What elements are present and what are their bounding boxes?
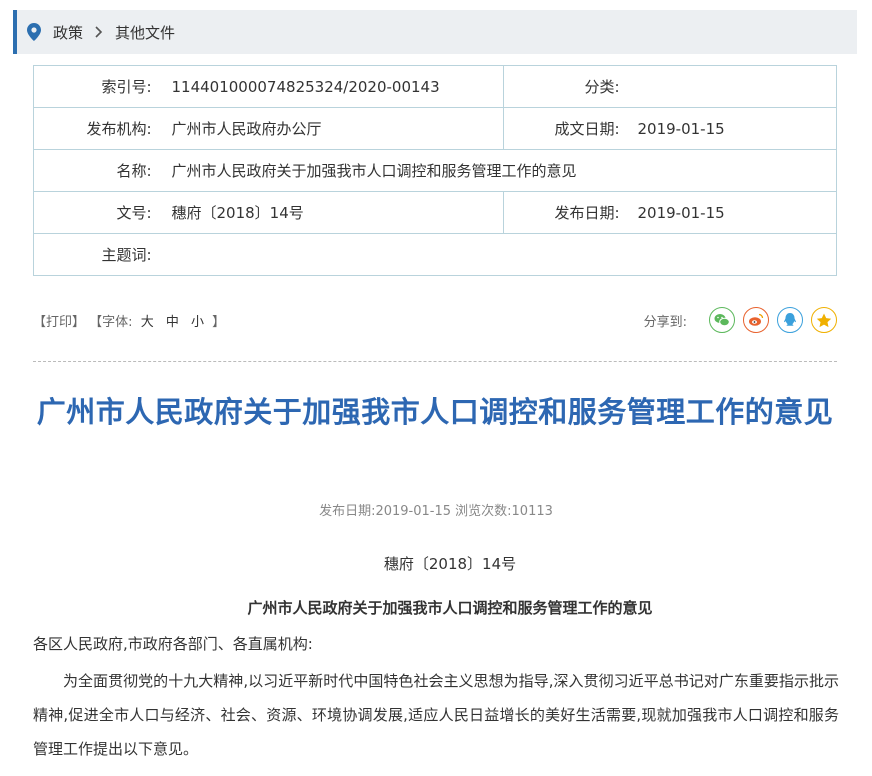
name-label: 名称: bbox=[33, 149, 152, 192]
subject-value bbox=[151, 233, 837, 276]
index-value: 114401000074825324/2020-00143 bbox=[151, 65, 504, 108]
docno-label: 文号: bbox=[33, 191, 152, 234]
article-subtitle: 广州市人民政府关于加强我市人口调控和服务管理工作的意见 bbox=[247, 599, 653, 617]
qq-share-icon[interactable] bbox=[777, 307, 803, 333]
issuer-value: 广州市人民政府办公厅 bbox=[151, 107, 504, 150]
share-label: 分享到: bbox=[643, 314, 687, 330]
document-meta-table: 索引号: 114401000074825324/2020-00143 分类: 发… bbox=[33, 65, 837, 276]
publish-date-label: 发布日期: bbox=[503, 191, 620, 234]
article-doc-number: 穗府〔2018〕14号 bbox=[383, 555, 517, 573]
written-date-value: 2019-01-15 bbox=[619, 107, 837, 150]
breadcrumb-link-other-files[interactable]: 其他文件 bbox=[115, 22, 175, 43]
print-button[interactable]: 【打印】 bbox=[33, 315, 85, 330]
category-label: 分类: bbox=[503, 65, 620, 108]
subject-label: 主题词: bbox=[33, 233, 152, 276]
weibo-share-icon[interactable] bbox=[743, 307, 769, 333]
breadcrumb: 政策 其他文件 bbox=[13, 10, 857, 54]
category-value bbox=[619, 65, 837, 108]
location-pin-icon bbox=[27, 23, 41, 41]
qzone-share-icon[interactable] bbox=[811, 307, 837, 333]
issuer-label: 发布机构: bbox=[33, 107, 152, 150]
publish-date-value: 2019-01-15 bbox=[619, 191, 837, 234]
chevron-right-icon bbox=[95, 26, 103, 38]
table-row: 索引号: 114401000074825324/2020-00143 分类: bbox=[33, 65, 837, 108]
name-value: 广州市人民政府关于加强我市人口调控和服务管理工作的意见 bbox=[151, 149, 837, 192]
print-font-controls: 【打印】 【字体: 大 中 小 】 bbox=[33, 311, 225, 330]
article-publish-info: 发布日期:2019-01-15 浏览次数:10113 bbox=[319, 504, 553, 519]
article-toolbar: 【打印】 【字体: 大 中 小 】 分享到: bbox=[33, 305, 837, 335]
wechat-share-icon[interactable] bbox=[709, 307, 735, 333]
share-bar: 分享到: bbox=[644, 307, 837, 333]
font-medium-button[interactable]: 中 bbox=[166, 315, 179, 330]
font-small-button[interactable]: 小 bbox=[191, 315, 204, 330]
table-row: 发布机构: 广州市人民政府办公厅 成文日期: 2019-01-15 bbox=[33, 107, 837, 150]
index-label: 索引号: bbox=[33, 65, 152, 108]
font-size-prefix: 【字体: bbox=[89, 314, 133, 330]
breadcrumb-link-policy[interactable]: 政策 bbox=[53, 22, 83, 43]
table-row: 文号: 穗府〔2018〕14号 发布日期: 2019-01-15 bbox=[33, 191, 837, 234]
table-row: 主题词: bbox=[33, 233, 837, 276]
font-size-suffix: 】 bbox=[212, 314, 226, 330]
written-date-label: 成文日期: bbox=[503, 107, 620, 150]
article-salutation: 各区人民政府,市政府各部门、各直属机构: bbox=[33, 635, 313, 653]
table-row: 名称: 广州市人民政府关于加强我市人口调控和服务管理工作的意见 bbox=[33, 149, 837, 192]
docno-value: 穗府〔2018〕14号 bbox=[151, 191, 504, 234]
font-large-button[interactable]: 大 bbox=[141, 315, 154, 330]
article-paragraph: 为全面贯彻党的十九大精神,以习近平新时代中国特色社会主义思想为指导,深入贯彻习近… bbox=[33, 672, 839, 758]
article-title: 广州市人民政府关于加强我市人口调控和服务管理工作的意见 bbox=[36, 395, 834, 429]
dashed-divider bbox=[33, 361, 837, 362]
